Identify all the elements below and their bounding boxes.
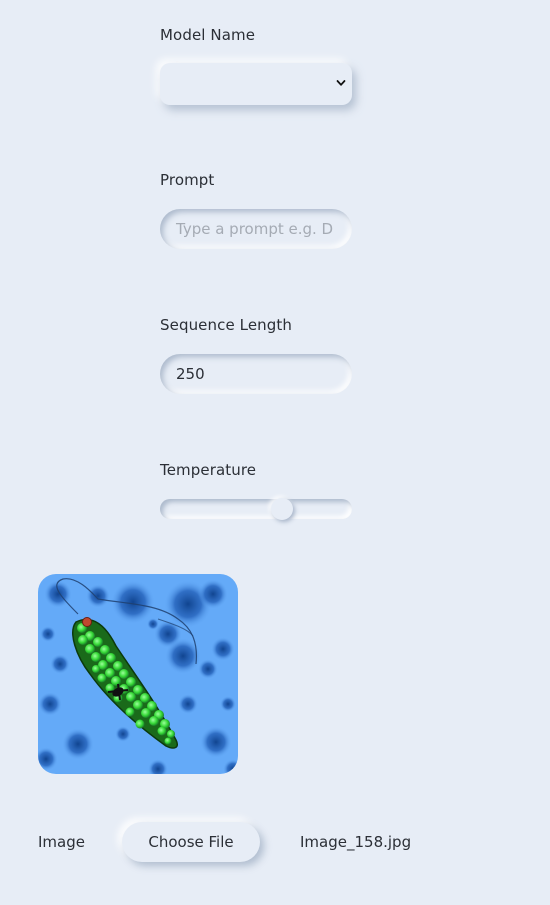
model-name-select[interactable] [160,63,352,105]
choose-file-button[interactable]: Choose File [122,822,260,862]
model-name-label: Model Name [160,26,256,44]
chevron-down-icon [336,80,346,86]
sequence-length-input[interactable]: 250 [160,354,352,394]
prompt-label: Prompt [160,171,215,189]
temperature-label: Temperature [160,461,257,479]
temperature-slider-thumb[interactable] [271,498,293,520]
temperature-slider[interactable] [160,498,352,520]
prompt-placeholder: Type a prompt e.g. D [176,220,334,238]
sequence-length-label: Sequence Length [160,316,292,334]
image-preview [38,574,238,774]
selected-file-name: Image_158.jpg [300,833,412,851]
sequence-length-value: 250 [176,365,205,383]
uploaded-image-euglena [38,574,238,774]
image-label: Image [38,833,85,851]
prompt-input[interactable]: Type a prompt e.g. D [160,209,352,249]
